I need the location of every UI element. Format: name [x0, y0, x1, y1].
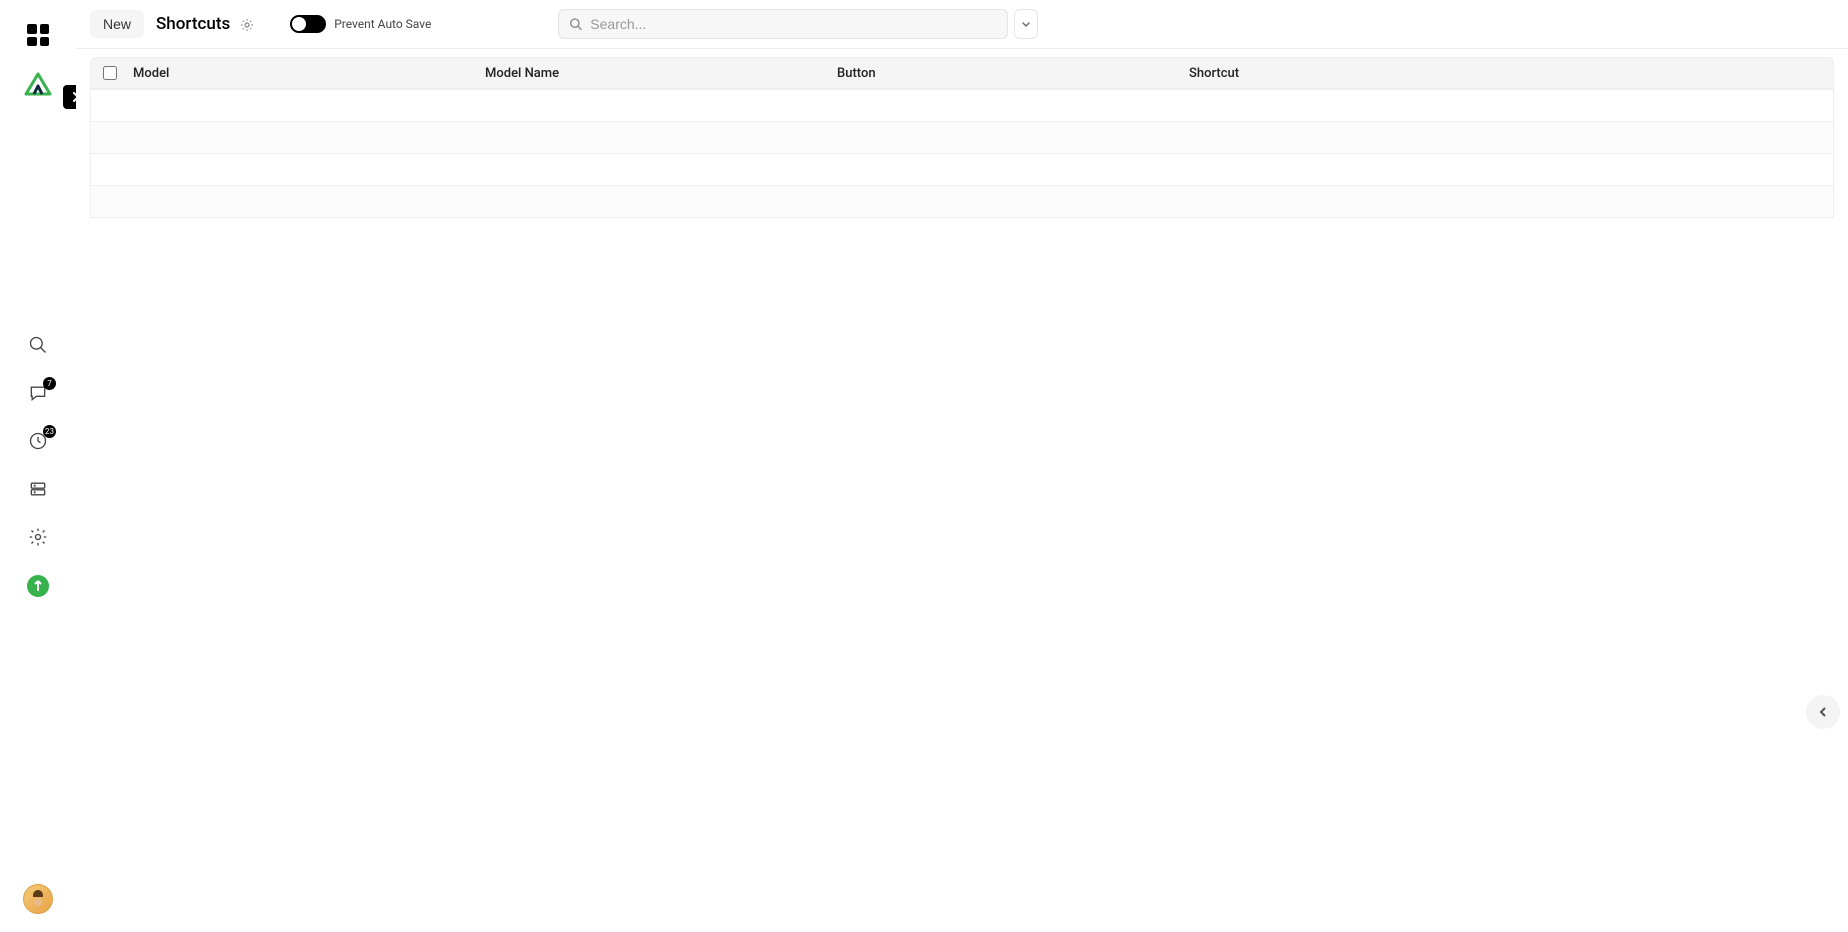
gear-icon[interactable]: [28, 527, 48, 547]
clock-icon[interactable]: 23: [28, 431, 48, 451]
boost-icon[interactable]: [27, 575, 49, 597]
new-button[interactable]: New: [90, 10, 144, 38]
search-area: [558, 9, 1834, 39]
sidebar-nav: 7 23: [27, 335, 49, 597]
search-icon: [569, 17, 582, 31]
toggle-label: Prevent Auto Save: [334, 17, 431, 31]
table-body: [90, 89, 1834, 218]
apps-icon[interactable]: [27, 24, 49, 46]
search-box: [558, 9, 1008, 39]
topbar: New Shortcuts Prevent Auto Save: [76, 0, 1848, 49]
clock-badge: 23: [43, 425, 56, 438]
prevent-auto-save-toggle: Prevent Auto Save: [290, 15, 431, 33]
search-icon[interactable]: [28, 335, 48, 355]
column-header-button[interactable]: Button: [837, 66, 1189, 81]
sidebar: 7 23: [0, 0, 76, 932]
table-row[interactable]: [91, 89, 1833, 121]
user-avatar[interactable]: [23, 884, 53, 914]
select-all-checkbox[interactable]: [103, 66, 133, 80]
table-row[interactable]: [91, 185, 1833, 217]
collapse-panel-button[interactable]: [1806, 695, 1840, 729]
page-title: Shortcuts: [156, 14, 230, 34]
column-header-model[interactable]: Model: [133, 66, 485, 81]
main-area: New Shortcuts Prevent Auto Save: [76, 0, 1848, 932]
table-row[interactable]: [91, 121, 1833, 153]
server-icon[interactable]: [28, 479, 48, 499]
table-header: Model Model Name Button Shortcut: [90, 57, 1834, 89]
avatar-icon: [23, 884, 53, 914]
logo-icon[interactable]: [22, 72, 54, 98]
column-header-model-name[interactable]: Model Name: [485, 66, 837, 81]
chat-badge: 7: [43, 377, 56, 390]
table: Model Model Name Button Shortcut: [76, 49, 1848, 218]
search-options-button[interactable]: [1014, 9, 1038, 39]
page-settings-icon[interactable]: [240, 17, 254, 31]
sidebar-top: [22, 0, 54, 98]
table-row[interactable]: [91, 153, 1833, 185]
chat-icon[interactable]: 7: [28, 383, 48, 403]
search-input[interactable]: [590, 16, 997, 32]
column-header-shortcut[interactable]: Shortcut: [1189, 66, 1821, 81]
toggle-switch[interactable]: [290, 15, 326, 33]
